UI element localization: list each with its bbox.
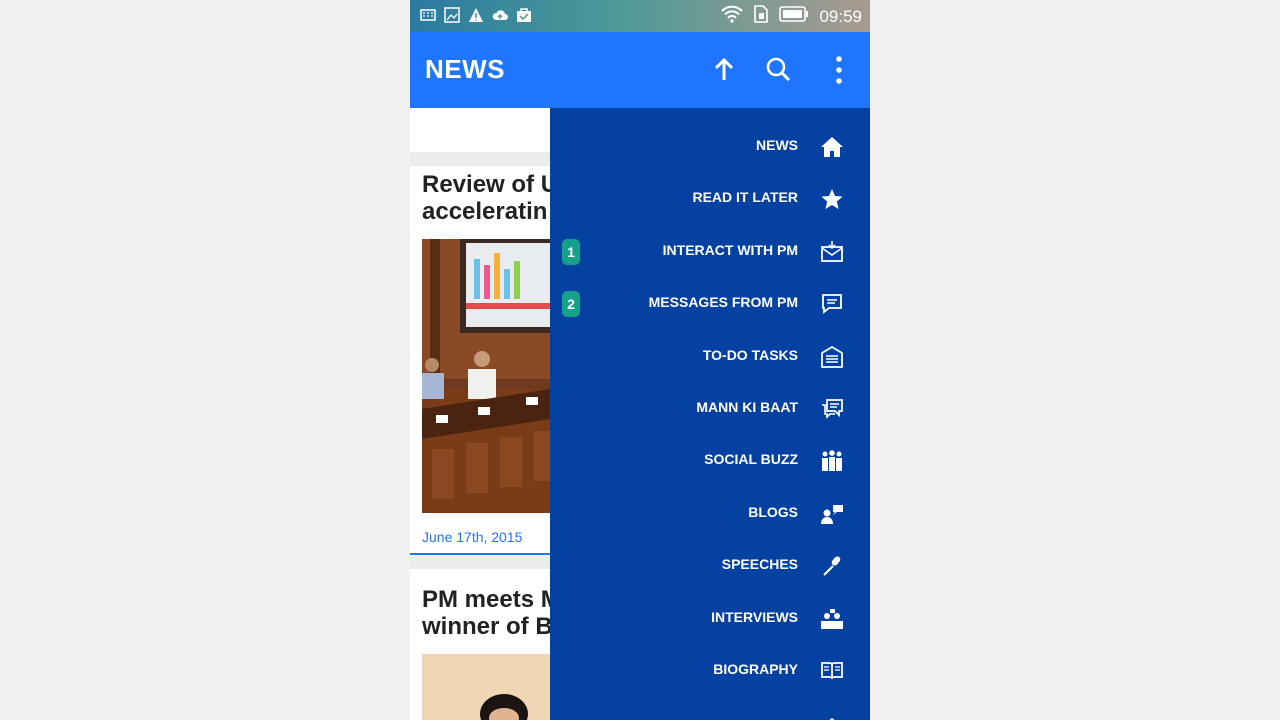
- drawer-item-read-it-later[interactable]: READ IT LATER: [550, 177, 870, 221]
- clock: 09:59: [819, 6, 862, 26]
- app-bar: NEWS: [410, 32, 870, 108]
- arrow-up-icon: [714, 57, 734, 80]
- star-icon: [820, 187, 844, 211]
- drawer-item-label: SOCIAL BUZZ: [704, 451, 798, 467]
- article-title-line1: PM meets M: [422, 586, 550, 613]
- article-image: [422, 239, 550, 513]
- drawer-item-label: INTERVIEWS: [711, 609, 798, 625]
- more-vert-icon: [836, 56, 842, 84]
- people-icon: [820, 449, 844, 473]
- more-options-button[interactable]: [823, 54, 855, 86]
- scroll-top-button[interactable]: [708, 54, 740, 86]
- drawer-item-interact-with-pm[interactable]: 1 INTERACT WITH PM: [550, 230, 870, 274]
- drawer-item-label: READ IT LATER: [692, 189, 798, 205]
- navigation-drawer: NEWS READ IT LATER 1 INTERACT WITH PM 2 …: [550, 108, 870, 720]
- drawer-item-label: SPEECHES: [721, 556, 798, 572]
- article-title-line1: Review of U: [422, 171, 550, 198]
- article-image: [422, 654, 550, 720]
- status-bar: 09:59: [410, 0, 870, 32]
- home-icon: [820, 135, 844, 159]
- microphone-icon: [820, 554, 844, 578]
- drawer-item-speeches[interactable]: SPEECHES: [550, 544, 870, 588]
- mail-icon: [820, 240, 844, 264]
- drawer-item-label: MESSAGES FROM PM: [648, 294, 798, 310]
- drawer-item-interviews[interactable]: INTERVIEWS: [550, 597, 870, 641]
- notification-badge: 2: [562, 291, 580, 317]
- tasks-icon: [820, 345, 844, 369]
- page-title: NEWS: [425, 54, 505, 84]
- drawer-item-biography[interactable]: BIOGRAPHY: [550, 649, 870, 693]
- news-card[interactable]: PM meets M winner of B: [410, 569, 550, 720]
- drawer-item-label: TO-DO TASKS: [702, 347, 798, 363]
- shopping-bag-icon: [516, 7, 532, 23]
- wifi-icon: [721, 5, 744, 28]
- talk-icon: [820, 397, 844, 421]
- sim-icon: [753, 5, 769, 28]
- keyboard-icon: [420, 7, 436, 23]
- article-date: June 17th, 2015: [422, 529, 523, 545]
- article-title-line2: winner of B: [422, 613, 550, 640]
- cloud-upload-icon: [492, 7, 508, 23]
- book-icon: [820, 659, 844, 683]
- drawer-item-to-do-tasks[interactable]: TO-DO TASKS: [550, 335, 870, 379]
- drawer-item-partial[interactable]: [550, 702, 870, 720]
- phone-screen: 09:59 NEWS Review of U acceleratin June …: [410, 0, 870, 720]
- drawer-item-messages-from-pm[interactable]: 2 MESSAGES FROM PM: [550, 282, 870, 326]
- article-divider: [410, 553, 550, 555]
- drawer-item-blogs[interactable]: BLOGS: [550, 492, 870, 536]
- drawer-item-label: BLOGS: [748, 504, 798, 520]
- battery-icon: [779, 6, 809, 27]
- interview-icon: [820, 607, 844, 631]
- drawer-item-news[interactable]: NEWS: [550, 125, 870, 169]
- warning-icon: [468, 7, 484, 23]
- notification-icons: [420, 7, 532, 23]
- drawer-item-label: MANN KI BAAT: [696, 399, 798, 415]
- partial-icon: [820, 716, 844, 720]
- news-card[interactable]: Review of U acceleratin June 17th, 2015: [410, 166, 550, 556]
- drawer-item-mann-ki-baat[interactable]: MANN KI BAAT: [550, 387, 870, 431]
- feed-header-strip: [410, 108, 550, 152]
- search-icon: [766, 57, 791, 82]
- search-button[interactable]: [763, 54, 795, 86]
- drawer-item-label: INTERACT WITH PM: [662, 242, 798, 258]
- drawer-item-label: NEWS: [756, 137, 798, 153]
- notification-badge: 1: [562, 239, 580, 265]
- system-status: 09:59: [721, 5, 862, 28]
- drawer-item-label: BIOGRAPHY: [713, 661, 798, 677]
- article-title-line2: acceleratin: [422, 198, 548, 225]
- image-icon: [444, 7, 460, 23]
- drawer-item-social-buzz[interactable]: SOCIAL BUZZ: [550, 439, 870, 483]
- chat-icon: [820, 292, 844, 316]
- blog-icon: [820, 502, 844, 526]
